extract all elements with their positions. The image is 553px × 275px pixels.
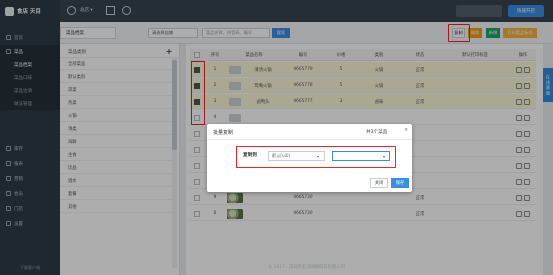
dialog-divider: [207, 139, 412, 140]
dialog-title: 批量复制: [213, 130, 234, 136]
close-icon[interactable]: ×: [404, 127, 408, 133]
save-button[interactable]: 保存: [391, 178, 409, 188]
chevron-down-icon: ▾: [317, 154, 320, 159]
copy-to-label: 复制到: [243, 153, 257, 158]
target-store-select[interactable]: [332, 151, 390, 161]
close-button[interactable]: 关闭: [370, 178, 388, 188]
chevron-down-icon: ▾: [383, 154, 386, 159]
dialog-count: 共3个菜品: [366, 130, 388, 135]
